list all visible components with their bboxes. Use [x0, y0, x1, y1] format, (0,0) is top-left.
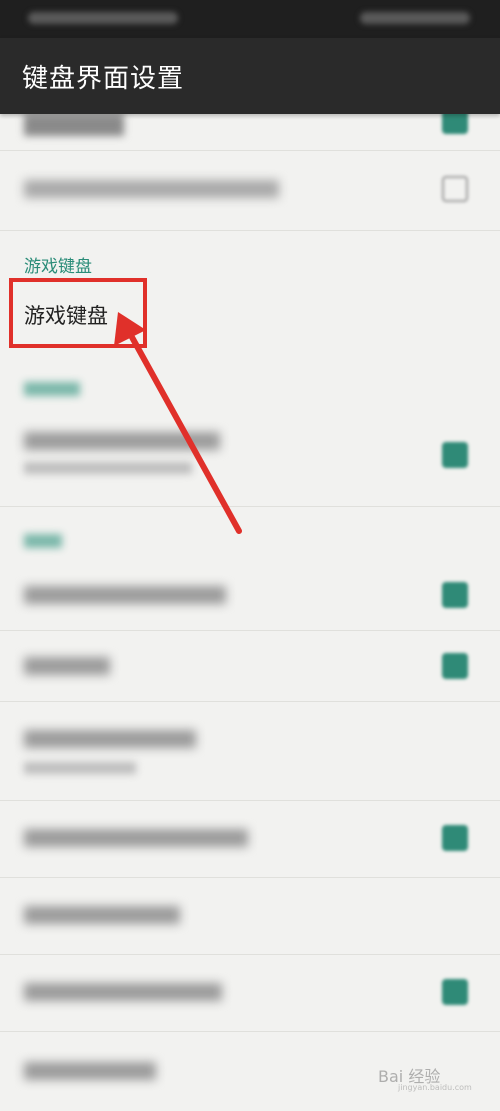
settings-row-blurred-6[interactable] [0, 878, 500, 955]
row-label-blurred [24, 730, 196, 748]
watermark: Bai 经验 jingyan.baidu.com [376, 1051, 486, 1092]
app-bar: 键盘界面设置 [0, 38, 500, 114]
row-sublabel-blurred [24, 762, 136, 774]
row-label-blurred [24, 829, 248, 847]
settings-row-blurred-4[interactable] [0, 702, 500, 801]
page-title: 键盘界面设置 [22, 64, 185, 94]
status-bar-left-blurred [28, 12, 178, 24]
checkbox-checked[interactable] [442, 114, 468, 134]
row-label-blurred [24, 180, 279, 198]
highlight-box [9, 278, 147, 348]
row-label-blurred [24, 114, 124, 136]
settings-row-wifi[interactable] [0, 150, 500, 231]
settings-row-blurred-5[interactable] [0, 801, 500, 878]
section-header-game-keyboard: 游戏键盘 [24, 257, 92, 277]
section-header-blurred [24, 534, 62, 548]
row-label-blurred [24, 432, 220, 450]
settings-row-partial[interactable] [0, 114, 500, 151]
section-header-blurred [24, 382, 80, 396]
watermark-url: jingyan.baidu.com [398, 1083, 472, 1092]
settings-list: 游戏键盘 游戏键盘 [0, 114, 500, 1111]
row-label-blurred [24, 586, 226, 604]
checkbox-unchecked[interactable] [442, 176, 468, 202]
status-bar-right-blurred [360, 12, 470, 24]
checkbox-checked[interactable] [442, 442, 468, 468]
checkbox-checked[interactable] [442, 582, 468, 608]
row-label-blurred [24, 657, 110, 675]
settings-row-blurred-7[interactable] [0, 955, 500, 1032]
row-label-blurred [24, 983, 222, 1001]
settings-row-blurred-3[interactable] [0, 631, 500, 702]
checkbox-checked[interactable] [442, 825, 468, 851]
checkbox-checked[interactable] [442, 979, 468, 1005]
row-label-blurred [24, 906, 180, 924]
settings-row-blurred-1[interactable] [0, 410, 500, 507]
checkbox-checked[interactable] [442, 653, 468, 679]
row-label-blurred [24, 1062, 156, 1080]
status-bar [0, 0, 500, 38]
row-sublabel-blurred [24, 462, 192, 474]
settings-row-blurred-2[interactable] [0, 560, 500, 631]
